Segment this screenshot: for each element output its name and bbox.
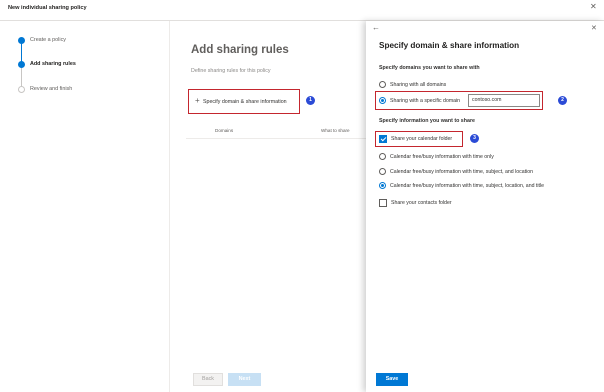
close-icon[interactable]: ✕ (591, 25, 597, 32)
step-review-finish[interactable]: Review and finish (30, 86, 72, 92)
save-button[interactable]: Save (376, 373, 408, 386)
radio-time-subject-location-label: Calendar free/busy information with time… (390, 169, 534, 175)
info-section-heading: Specify information you want to share (379, 118, 475, 124)
contacts-folder-label: Share your contacts folder (391, 200, 452, 206)
radio-all-domains[interactable] (379, 81, 386, 88)
radio-time-subject-location[interactable] (379, 168, 386, 175)
specify-domain-label: Specify domain & share information (203, 99, 287, 105)
radio-time-only-label: Calendar free/busy information with time… (390, 154, 494, 160)
domain-input[interactable]: contoso.com (468, 94, 540, 107)
step-create-policy[interactable]: Create a policy (30, 37, 66, 43)
page-subtitle: Define sharing rules for this policy (191, 68, 271, 74)
column-header-domains[interactable]: Domains (215, 128, 233, 133)
step-connector (21, 67, 22, 88)
radio-time-subject-location-title[interactable] (379, 182, 386, 189)
close-icon[interactable]: ✕ (590, 3, 597, 11)
wizard-title: New individual sharing policy (8, 5, 87, 11)
callout-badge: 3 (470, 134, 479, 143)
domains-section-heading: Specify domains you want to share with (379, 65, 480, 71)
table-header-divider (186, 138, 366, 139)
radio-specific-domain[interactable] (379, 97, 386, 104)
step-indicator-complete (18, 37, 25, 44)
page-title: Add sharing rules (191, 44, 289, 56)
wizard-header: New individual sharing policy ✕ (0, 0, 604, 20)
radio-specific-domain-label: Sharing with a specific domain (390, 98, 461, 104)
sharing-policy-wizard: New individual sharing policy ✕ Create a… (0, 0, 604, 392)
step-indicator-pending (18, 86, 25, 93)
back-button[interactable]: Back (193, 373, 223, 386)
plus-icon: + (195, 96, 200, 105)
calendar-folder-label: Share your calendar folder (391, 136, 453, 142)
calendar-folder-checkbox[interactable] (379, 135, 387, 143)
radio-time-subject-location-title-label: Calendar free/busy information with time… (390, 183, 544, 189)
step-indicator-current (18, 61, 25, 68)
callout-badge: 1 (306, 96, 315, 105)
radio-all-domains-label: Sharing with all domains (390, 82, 447, 88)
column-header-what-to-share[interactable]: What to share (321, 128, 350, 133)
next-button[interactable]: Next (228, 373, 261, 386)
radio-time-only[interactable] (379, 153, 386, 160)
step-add-sharing-rules[interactable]: Add sharing rules (30, 61, 76, 67)
contacts-folder-checkbox[interactable] (379, 199, 387, 207)
back-arrow-icon[interactable]: ← (372, 24, 380, 32)
specify-domain-button[interactable]: + Specify domain & share information (188, 89, 300, 114)
callout-badge: 2 (558, 96, 567, 105)
panel-title: Specify domain & share information (379, 41, 520, 50)
wizard-stepper: Create a policy Add sharing rules Review… (0, 21, 170, 392)
domain-share-panel: ← ✕ Specify domain & share information S… (366, 21, 604, 392)
